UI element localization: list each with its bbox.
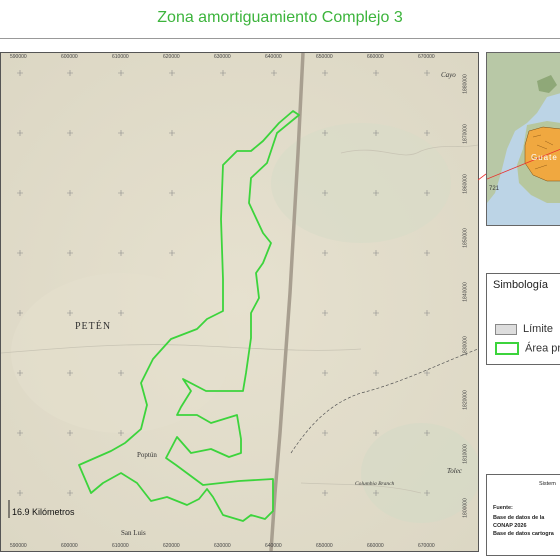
coord-top: 620000 [163, 54, 180, 60]
scale-label: 16.9 Kilómetros [12, 507, 75, 517]
coord-right: 1850000 [462, 228, 469, 248]
map-canvas [1, 53, 478, 551]
source-line3: Base de datos cartogra [493, 531, 554, 537]
coord-bottom: 670000 [418, 543, 435, 549]
legend-title: Simbología [493, 279, 549, 291]
coord-top: 630000 [214, 54, 231, 60]
legend-item-limite: Límite [495, 323, 553, 335]
source-line2: CONAP 2026 [493, 523, 527, 529]
label-peten: PETÉN [75, 321, 112, 332]
coord-right: 1860000 [462, 174, 469, 194]
legend-swatch-area [495, 342, 519, 355]
coord-right: 1830000 [462, 336, 469, 356]
label-popton: Poptún [137, 451, 157, 459]
inset-canvas [487, 53, 560, 225]
coord-bottom: 620000 [163, 543, 180, 549]
coord-bottom: 660000 [367, 543, 384, 549]
source-line1: Base de datos de la [493, 515, 545, 521]
coord-top: 640000 [265, 54, 282, 60]
coord-bottom: 640000 [265, 543, 282, 549]
inset-number: 721 [489, 186, 500, 192]
coord-right: 1870000 [462, 124, 469, 144]
coord-bottom: 650000 [316, 543, 333, 549]
legend-label: Límite [523, 323, 553, 335]
coord-bottom: 600000 [61, 543, 78, 549]
source-box: Sistem Fuente: Base de datos de la CONAP… [486, 474, 560, 556]
terrain-patch [11, 273, 231, 433]
coord-bottom: 610000 [112, 543, 129, 549]
coord-bottom: 590000 [10, 543, 27, 549]
coord-right: 1810000 [462, 444, 469, 464]
legend: Simbología Límite Área pr [486, 273, 560, 365]
inset-country-label: Guate [531, 153, 558, 162]
inset-connector [478, 173, 486, 181]
coord-top: 670000 [418, 54, 435, 60]
coord-top: 610000 [112, 54, 129, 60]
coord-right: 1880000 [462, 74, 469, 94]
legend-swatch-limite [495, 323, 517, 335]
label-cayo: Cayo [441, 71, 456, 79]
source-system: Sistem [539, 481, 556, 487]
source-fuente: Fuente: [493, 505, 513, 511]
map-title: Zona amortiguamiento Complejo 3 [157, 9, 403, 26]
inset-map: Guate 721 [486, 52, 560, 226]
label-toledo: Tolec [447, 467, 462, 475]
legend-label: Área pr [525, 342, 560, 355]
coord-top: 650000 [316, 54, 333, 60]
coord-right: 1820000 [462, 390, 469, 410]
coord-right: 1800000 [462, 498, 469, 518]
coord-top: 600000 [61, 54, 78, 60]
label-san-luis: San Luis [121, 529, 146, 537]
title-bar: Zona amortiguamiento Complejo 3 [0, 0, 560, 39]
coord-right: 1840000 [462, 282, 469, 302]
coord-top: 590000 [10, 54, 27, 60]
coord-bottom: 630000 [214, 543, 231, 549]
legend-item-area: Área pr [495, 342, 560, 355]
main-map[interactable]: 590000 600000 610000 620000 630000 64000… [0, 52, 479, 552]
label-river: Columbia Branch [355, 481, 395, 487]
coord-top: 660000 [367, 54, 384, 60]
